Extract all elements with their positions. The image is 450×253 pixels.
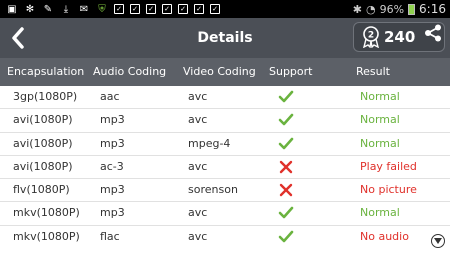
- check-icon: [278, 205, 294, 221]
- check-icon: [278, 112, 294, 128]
- cell-audio: flac: [100, 229, 120, 243]
- table-row: flv(1080P) mp3 sorenson No picture: [0, 179, 450, 203]
- cross-icon: [278, 159, 294, 175]
- cell-audio: mp3: [100, 136, 125, 150]
- cell-audio: aac: [100, 90, 120, 103]
- results-table: 3gp(1080P) aac avc Normal avi(1080P) mp3…: [0, 86, 450, 249]
- cell-result: Normal: [360, 113, 400, 127]
- table-header: Encapsulation Audio Coding Video Coding …: [0, 58, 450, 86]
- task-check-icon: ✓: [178, 4, 188, 14]
- cell-encapsulation: avi(1080P): [13, 159, 73, 173]
- cell-video: avc: [188, 159, 208, 173]
- medal-icon: 2: [362, 26, 380, 49]
- column-video-coding: Video Coding: [183, 65, 256, 78]
- cell-video: avc: [188, 206, 208, 220]
- task-check-icon: ✓: [194, 4, 204, 14]
- clock: 6:16: [419, 2, 446, 16]
- cell-audio: ac-3: [100, 159, 124, 173]
- cell-encapsulation: avi(1080P): [13, 113, 73, 127]
- cell-result: No picture: [360, 183, 417, 197]
- column-result: Result: [356, 65, 390, 78]
- cell-video: sorenson: [188, 183, 238, 197]
- cell-audio: mp3: [100, 183, 125, 197]
- status-bar: ▣ ✻ ✎ ⤓ ✉ ⛨ ✓ ✓ ✓ ✓ ✓ ✓ ✓ ✱ ◔ 96% 6:16: [0, 0, 450, 18]
- tools-icon: ✎: [43, 3, 53, 15]
- column-audio-coding: Audio Coding: [93, 65, 167, 78]
- cross-icon: [278, 182, 294, 198]
- share-button[interactable]: [424, 24, 442, 42]
- cell-encapsulation: avi(1080P): [13, 136, 73, 150]
- column-support: Support: [269, 65, 313, 78]
- battery-percent: 96%: [379, 2, 405, 16]
- task-check-icon: ✓: [146, 4, 156, 14]
- cell-result: Normal: [360, 90, 400, 103]
- cell-video: avc: [188, 229, 208, 243]
- check-icon: [278, 229, 294, 245]
- table-row: 3gp(1080P) aac avc Normal: [0, 86, 450, 110]
- app-header: Details 2 240: [0, 18, 450, 58]
- cell-video: avc: [188, 90, 208, 103]
- mail-icon: ✉: [79, 3, 89, 15]
- task-check-icon: ✓: [210, 4, 220, 14]
- check-icon: [278, 136, 294, 152]
- check-icon: [278, 89, 294, 105]
- download-icon: ⤓: [63, 3, 69, 15]
- share-icon: [425, 24, 441, 42]
- battery-icon: [408, 3, 416, 15]
- cell-audio: mp3: [100, 113, 125, 127]
- svg-text:2: 2: [368, 31, 374, 41]
- cell-video: mpeg-4: [188, 136, 231, 150]
- cell-result: Normal: [360, 206, 400, 220]
- cell-result: Normal: [360, 136, 400, 150]
- cell-result: No audio: [360, 229, 409, 243]
- image-icon: ▣: [7, 3, 17, 15]
- cell-result: Play failed: [360, 159, 417, 173]
- bluetooth-icon: ✱: [352, 2, 362, 16]
- score-value: 240: [384, 28, 416, 46]
- cell-video: avc: [188, 113, 208, 127]
- shield-icon: ⛨: [98, 3, 106, 15]
- table-row: mkv(1080P) mp3 avc Normal: [0, 202, 450, 226]
- table-row: avi(1080P) ac-3 avc Play failed: [0, 156, 450, 180]
- cell-encapsulation: flv(1080P): [13, 183, 70, 197]
- task-check-icon: ✓: [162, 4, 172, 14]
- wifi-icon: ◔: [365, 2, 376, 16]
- scroll-down-button[interactable]: [431, 234, 445, 248]
- chevron-down-icon: [434, 238, 442, 244]
- table-row: mkv(1080P) flac avc No audio: [0, 226, 450, 249]
- snowflake-icon: ✻: [25, 3, 35, 15]
- chevron-left-icon: [12, 27, 24, 49]
- back-button[interactable]: [8, 26, 28, 50]
- cell-encapsulation: 3gp(1080P): [13, 90, 78, 103]
- task-check-icon: ✓: [114, 4, 124, 14]
- task-check-icon: ✓: [130, 4, 140, 14]
- table-row: avi(1080P) mp3 avc Normal: [0, 109, 450, 133]
- table-row: avi(1080P) mp3 mpeg-4 Normal: [0, 133, 450, 156]
- cell-encapsulation: mkv(1080P): [13, 206, 80, 220]
- cell-encapsulation: mkv(1080P): [13, 229, 80, 243]
- column-encapsulation: Encapsulation: [7, 65, 85, 78]
- cell-audio: mp3: [100, 206, 125, 220]
